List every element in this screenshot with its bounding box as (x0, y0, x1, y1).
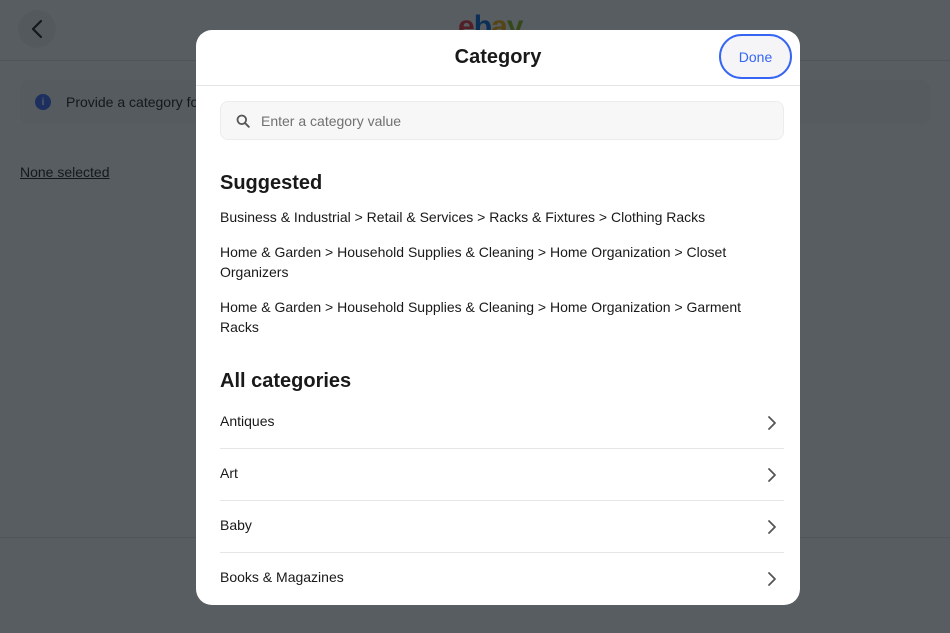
category-label: Antiques (220, 412, 275, 429)
search-icon (236, 114, 250, 128)
category-search[interactable] (220, 101, 784, 140)
chevron-right-icon (768, 467, 776, 482)
chevron-right-icon (768, 415, 776, 430)
category-row-antiques[interactable]: Antiques (220, 397, 784, 449)
suggested-item[interactable]: Home & Garden > Household Supplies & Cle… (220, 242, 780, 282)
category-row-art[interactable]: Art (220, 449, 784, 501)
dialog-body: Suggested Business & Industrial > Retail… (196, 86, 800, 605)
suggested-item[interactable]: Business & Industrial > Retail & Service… (220, 207, 780, 227)
category-label: Baby (220, 516, 252, 533)
suggested-list: Business & Industrial > Retail & Service… (220, 207, 784, 337)
category-row-baby[interactable]: Baby (220, 501, 784, 553)
all-categories-list: Antiques Art Baby Books & Magazines (220, 397, 784, 605)
page: ebay i Provide a category for your listi… (0, 0, 950, 633)
suggested-item[interactable]: Home & Garden > Household Supplies & Cle… (220, 297, 780, 337)
chevron-right-icon (768, 519, 776, 534)
done-button[interactable]: Done (719, 34, 792, 79)
category-label: Books & Magazines (220, 569, 344, 585)
category-search-input[interactable] (261, 112, 783, 129)
dialog-header: Category Done (196, 30, 800, 86)
suggested-heading: Suggested (220, 172, 323, 194)
dialog-title: Category (454, 46, 542, 68)
category-dialog: Category Done Suggested Business & Indus… (196, 30, 800, 605)
category-row-books-magazines[interactable]: Books & Magazines (220, 553, 784, 605)
all-categories-heading: All categories (220, 370, 352, 392)
chevron-right-icon (768, 572, 776, 586)
category-label: Art (220, 464, 238, 481)
